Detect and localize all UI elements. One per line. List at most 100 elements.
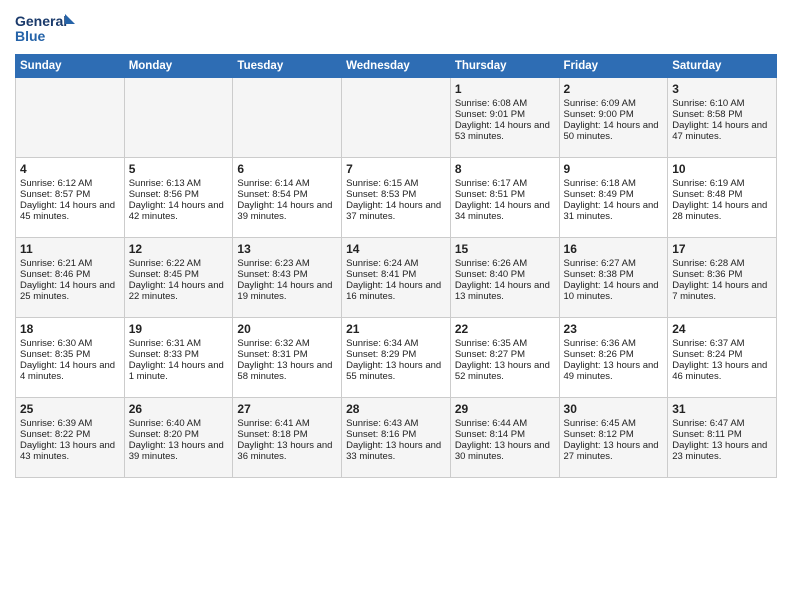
day-info: Sunrise: 6:39 AM	[20, 418, 120, 429]
day-info: Sunset: 8:29 PM	[346, 349, 446, 360]
header: GeneralBlue	[15, 10, 777, 46]
day-info: Daylight: 14 hours and 31 minutes.	[564, 200, 664, 222]
day-info: Sunrise: 6:19 AM	[672, 178, 772, 189]
column-header-tuesday: Tuesday	[233, 55, 342, 78]
day-info: Sunset: 8:18 PM	[237, 429, 337, 440]
day-info: Daylight: 14 hours and 25 minutes.	[20, 280, 120, 302]
day-number: 20	[237, 322, 337, 336]
day-info: Daylight: 13 hours and 23 minutes.	[672, 440, 772, 462]
svg-text:Blue: Blue	[15, 28, 46, 44]
day-info: Sunrise: 6:26 AM	[455, 258, 555, 269]
day-info: Daylight: 14 hours and 37 minutes.	[346, 200, 446, 222]
day-info: Sunrise: 6:21 AM	[20, 258, 120, 269]
calendar-cell: 19Sunrise: 6:31 AMSunset: 8:33 PMDayligh…	[124, 318, 233, 398]
day-info: Daylight: 14 hours and 7 minutes.	[672, 280, 772, 302]
day-number: 12	[129, 242, 229, 256]
svg-text:General: General	[15, 13, 67, 29]
day-number: 14	[346, 242, 446, 256]
day-number: 27	[237, 402, 337, 416]
calendar-cell: 30Sunrise: 6:45 AMSunset: 8:12 PMDayligh…	[559, 398, 668, 478]
day-info: Daylight: 14 hours and 10 minutes.	[564, 280, 664, 302]
day-info: Daylight: 14 hours and 34 minutes.	[455, 200, 555, 222]
calendar-cell: 17Sunrise: 6:28 AMSunset: 8:36 PMDayligh…	[668, 238, 777, 318]
day-number: 13	[237, 242, 337, 256]
day-info: Sunset: 8:20 PM	[129, 429, 229, 440]
calendar-cell: 23Sunrise: 6:36 AMSunset: 8:26 PMDayligh…	[559, 318, 668, 398]
day-info: Daylight: 14 hours and 42 minutes.	[129, 200, 229, 222]
day-info: Sunset: 8:45 PM	[129, 269, 229, 280]
day-info: Sunset: 8:54 PM	[237, 189, 337, 200]
header-row: SundayMondayTuesdayWednesdayThursdayFrid…	[16, 55, 777, 78]
calendar-cell: 3Sunrise: 6:10 AMSunset: 8:58 PMDaylight…	[668, 78, 777, 158]
day-info: Sunrise: 6:23 AM	[237, 258, 337, 269]
day-info: Daylight: 13 hours and 55 minutes.	[346, 360, 446, 382]
week-row-4: 18Sunrise: 6:30 AMSunset: 8:35 PMDayligh…	[16, 318, 777, 398]
calendar-cell: 2Sunrise: 6:09 AMSunset: 9:00 PMDaylight…	[559, 78, 668, 158]
day-info: Daylight: 14 hours and 28 minutes.	[672, 200, 772, 222]
day-info: Daylight: 14 hours and 4 minutes.	[20, 360, 120, 382]
day-number: 2	[564, 82, 664, 96]
calendar-cell	[16, 78, 125, 158]
day-info: Sunrise: 6:28 AM	[672, 258, 772, 269]
day-number: 16	[564, 242, 664, 256]
calendar-cell: 4Sunrise: 6:12 AMSunset: 8:57 PMDaylight…	[16, 158, 125, 238]
day-info: Sunset: 8:26 PM	[564, 349, 664, 360]
calendar-cell: 5Sunrise: 6:13 AMSunset: 8:56 PMDaylight…	[124, 158, 233, 238]
day-info: Sunrise: 6:44 AM	[455, 418, 555, 429]
day-info: Daylight: 14 hours and 22 minutes.	[129, 280, 229, 302]
calendar-cell	[124, 78, 233, 158]
calendar-cell: 11Sunrise: 6:21 AMSunset: 8:46 PMDayligh…	[16, 238, 125, 318]
week-row-3: 11Sunrise: 6:21 AMSunset: 8:46 PMDayligh…	[16, 238, 777, 318]
day-info: Daylight: 13 hours and 33 minutes.	[346, 440, 446, 462]
day-number: 19	[129, 322, 229, 336]
day-info: Sunset: 9:01 PM	[455, 109, 555, 120]
day-number: 30	[564, 402, 664, 416]
column-header-monday: Monday	[124, 55, 233, 78]
day-info: Sunrise: 6:18 AM	[564, 178, 664, 189]
day-info: Daylight: 14 hours and 50 minutes.	[564, 120, 664, 142]
day-info: Daylight: 13 hours and 52 minutes.	[455, 360, 555, 382]
day-number: 29	[455, 402, 555, 416]
day-number: 28	[346, 402, 446, 416]
day-info: Daylight: 14 hours and 53 minutes.	[455, 120, 555, 142]
calendar-cell: 22Sunrise: 6:35 AMSunset: 8:27 PMDayligh…	[450, 318, 559, 398]
column-header-thursday: Thursday	[450, 55, 559, 78]
day-number: 4	[20, 162, 120, 176]
day-info: Sunset: 8:16 PM	[346, 429, 446, 440]
calendar-cell: 15Sunrise: 6:26 AMSunset: 8:40 PMDayligh…	[450, 238, 559, 318]
calendar-cell: 31Sunrise: 6:47 AMSunset: 8:11 PMDayligh…	[668, 398, 777, 478]
day-info: Sunrise: 6:27 AM	[564, 258, 664, 269]
day-number: 23	[564, 322, 664, 336]
day-number: 24	[672, 322, 772, 336]
day-info: Sunrise: 6:40 AM	[129, 418, 229, 429]
day-info: Sunset: 8:24 PM	[672, 349, 772, 360]
calendar-cell: 18Sunrise: 6:30 AMSunset: 8:35 PMDayligh…	[16, 318, 125, 398]
day-info: Sunset: 8:53 PM	[346, 189, 446, 200]
day-number: 3	[672, 82, 772, 96]
day-number: 9	[564, 162, 664, 176]
day-info: Sunset: 8:11 PM	[672, 429, 772, 440]
calendar-cell: 13Sunrise: 6:23 AMSunset: 8:43 PMDayligh…	[233, 238, 342, 318]
day-info: Sunrise: 6:37 AM	[672, 338, 772, 349]
calendar-cell: 1Sunrise: 6:08 AMSunset: 9:01 PMDaylight…	[450, 78, 559, 158]
day-info: Daylight: 14 hours and 13 minutes.	[455, 280, 555, 302]
column-header-wednesday: Wednesday	[342, 55, 451, 78]
day-info: Sunset: 8:22 PM	[20, 429, 120, 440]
column-header-saturday: Saturday	[668, 55, 777, 78]
day-info: Sunrise: 6:17 AM	[455, 178, 555, 189]
day-info: Sunrise: 6:14 AM	[237, 178, 337, 189]
day-info: Sunset: 8:58 PM	[672, 109, 772, 120]
day-info: Sunset: 8:14 PM	[455, 429, 555, 440]
day-info: Sunset: 8:57 PM	[20, 189, 120, 200]
day-info: Daylight: 13 hours and 36 minutes.	[237, 440, 337, 462]
day-info: Daylight: 13 hours and 43 minutes.	[20, 440, 120, 462]
day-info: Sunset: 8:27 PM	[455, 349, 555, 360]
day-number: 10	[672, 162, 772, 176]
day-number: 11	[20, 242, 120, 256]
day-info: Sunset: 8:41 PM	[346, 269, 446, 280]
calendar-cell: 20Sunrise: 6:32 AMSunset: 8:31 PMDayligh…	[233, 318, 342, 398]
calendar-cell: 6Sunrise: 6:14 AMSunset: 8:54 PMDaylight…	[233, 158, 342, 238]
column-header-friday: Friday	[559, 55, 668, 78]
day-info: Daylight: 13 hours and 30 minutes.	[455, 440, 555, 462]
day-info: Sunset: 8:35 PM	[20, 349, 120, 360]
